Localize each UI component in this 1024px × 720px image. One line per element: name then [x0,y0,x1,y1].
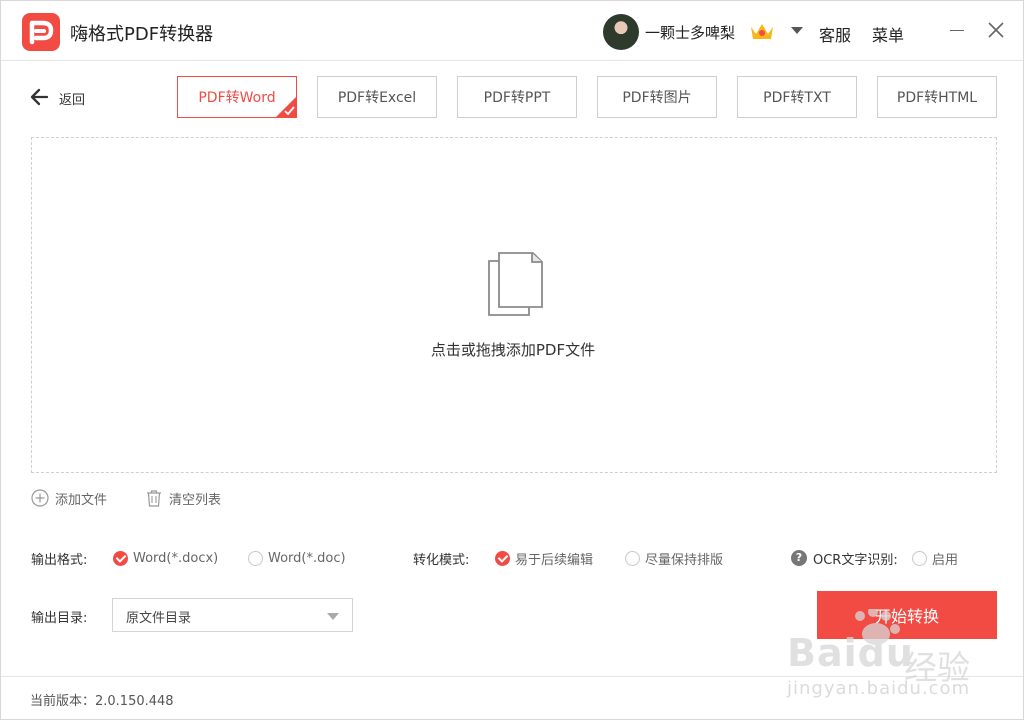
add-file-button[interactable]: 添加文件 [31,488,107,508]
file-icon [488,252,543,316]
tab-label: PDF转图片 [622,90,692,106]
tab-pdf-to-ppt[interactable]: PDF转PPT [457,76,577,118]
tab-label: PDF转HTML [896,90,978,106]
user-name[interactable]: 一颗士多啤梨 [645,22,735,43]
app-logo-icon [22,13,60,51]
menu-link[interactable]: 菜单 [872,22,904,46]
mode-editable-radio[interactable]: 易于后续编辑 [495,549,594,568]
mode-editable-label: 易于后续编辑 [515,552,594,568]
user-avatar[interactable] [603,14,639,50]
help-icon[interactable]: ? [791,550,807,566]
watermark-url: jingyan.baidu.com [787,678,971,699]
mode-layout-label: 尽量保持排版 [645,552,724,568]
selected-check-icon [275,96,297,118]
tab-pdf-to-txt[interactable]: PDF转TXT [737,76,857,118]
app-title: 嗨格式PDF转换器 [70,24,214,45]
ocr-label: OCR文字识别: [813,553,898,568]
format-docx-label: Word(*.docx) [133,550,219,566]
ocr-enable-radio[interactable]: 启用 [912,549,959,568]
conversion-mode-label: 转化模式: [413,553,470,568]
radio-unchecked-icon [912,550,927,566]
tab-pdf-to-excel[interactable]: PDF转Excel [317,76,437,118]
chevron-down-icon [327,613,339,620]
ocr-enable-label: 启用 [932,552,959,568]
trash-icon [147,490,161,507]
tab-label: PDF转PPT [483,90,551,106]
add-circle-icon [31,489,49,507]
customer-service-link[interactable]: 客服 [819,22,851,46]
close-icon[interactable] [987,21,1005,39]
version-text: 当前版本：2.0.150.448 [30,694,174,709]
drop-zone-text: 点击或拖拽添加PDF文件 [430,341,596,359]
format-doc-label: Word(*.doc) [268,550,346,566]
mode-layout-radio[interactable]: 尽量保持排版 [625,549,724,568]
radio-unchecked-icon [625,550,640,566]
clear-list-button[interactable]: 清空列表 [145,488,221,508]
output-format-label: 输出格式: [31,553,88,568]
output-directory-label: 输出目录: [31,611,88,626]
tab-label: PDF转Excel [337,90,417,106]
tab-pdf-to-image[interactable]: PDF转图片 [597,76,717,118]
radio-checked-icon [495,550,510,566]
clear-list-label: 清空列表 [169,492,222,508]
tab-pdf-to-html[interactable]: PDF转HTML [877,76,997,118]
baidu-jingyan-watermark: Baidu 经验 jingyan.baidu.com [787,609,977,701]
title-bar: 嗨格式PDF转换器 一颗士多啤梨 客服 菜单 [1,1,1023,61]
back-label: 返回 [59,93,86,108]
format-docx-radio[interactable]: Word(*.docx) [113,549,218,567]
minimize-icon[interactable] [950,30,964,31]
user-dropdown-icon[interactable] [791,27,803,34]
tab-label: PDF转Word [198,90,276,106]
tab-label: PDF转TXT [763,90,831,106]
vip-crown-icon [751,24,773,39]
tab-pdf-to-word[interactable]: PDF转Word [177,76,297,118]
radio-unchecked-icon [248,550,263,566]
app-window: 嗨格式PDF转换器 一颗士多啤梨 客服 菜单 返回 PDF转Word PDF转E… [0,0,1024,720]
add-file-label: 添加文件 [55,492,108,508]
watermark-brand: Baidu [787,631,914,675]
format-doc-radio[interactable]: Word(*.doc) [248,549,346,567]
back-arrow-icon [30,88,49,106]
radio-checked-icon [113,550,128,566]
output-directory-select[interactable]: 原文件目录 [112,598,353,632]
output-directory-value: 原文件目录 [126,611,192,626]
